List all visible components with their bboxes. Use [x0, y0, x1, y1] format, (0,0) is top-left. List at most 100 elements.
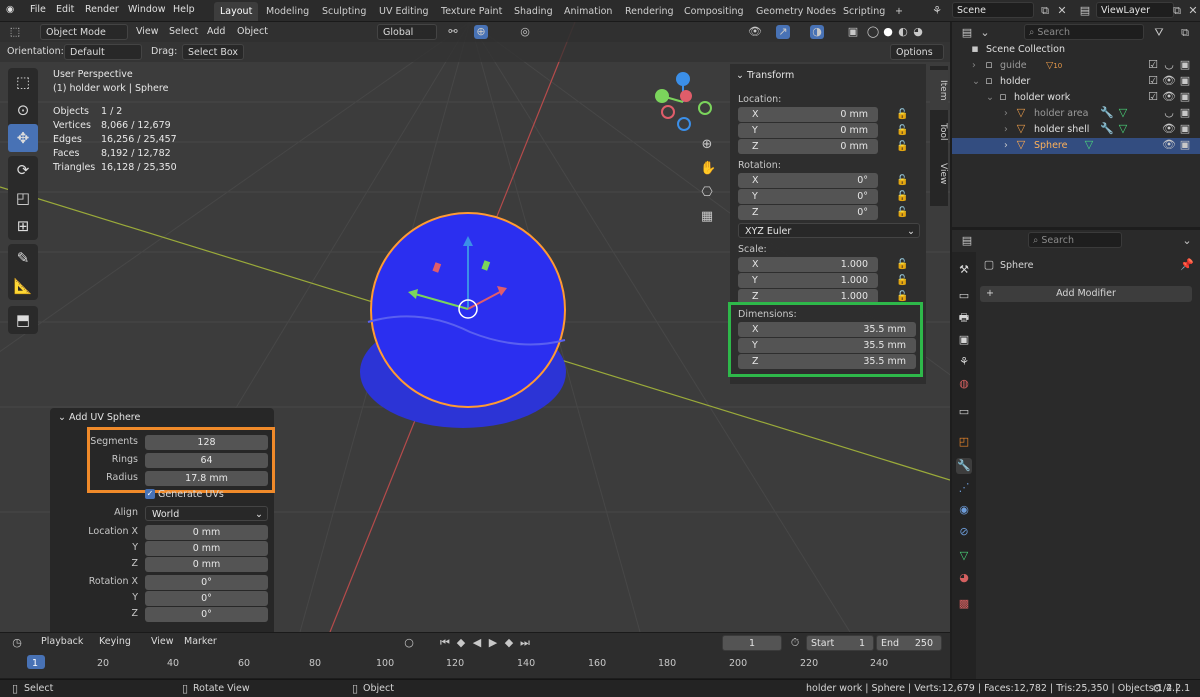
timeline-menu-view[interactable]: View [148, 634, 177, 650]
lock-icon[interactable]: 🔓 [896, 125, 908, 136]
start-frame-field[interactable]: Start 1 [806, 635, 874, 651]
timeline-menu-playback[interactable]: Playback [38, 634, 86, 650]
rendered-shading-icon[interactable]: ◕ [911, 25, 925, 39]
transform-orientation-dropdown[interactable]: Global [377, 24, 437, 40]
gizmo-toggle-icon[interactable]: ↗ [776, 25, 790, 39]
properties-search-input[interactable]: ⌕ Search [1028, 232, 1122, 248]
material-tab-icon[interactable]: ◕ [956, 570, 972, 586]
camera-icon[interactable]: ▣ [1178, 122, 1192, 136]
lock-icon[interactable]: 🔓 [896, 191, 908, 202]
lock-icon[interactable]: 🔓 [896, 207, 908, 218]
radius-field[interactable]: 17.8 mm [145, 471, 268, 486]
workspace-tab-layout[interactable]: Layout [214, 2, 259, 21]
workspace-tab-shading[interactable]: Shading [508, 2, 559, 21]
jump-start-icon[interactable]: ⏮ [438, 636, 452, 650]
viewlayer-icon[interactable]: ▤ [1078, 4, 1092, 18]
new-scene-icon[interactable]: ⧉ [1038, 4, 1052, 18]
rotation-y-field[interactable]: Y 0° [738, 189, 878, 204]
camera-icon[interactable]: ▣ [1178, 74, 1192, 88]
viewport-menu-view[interactable]: View [133, 24, 162, 40]
delete-scene-icon[interactable]: ✕ [1055, 4, 1069, 18]
delete-viewlayer-icon[interactable]: ✕ [1186, 4, 1200, 18]
object-tab-icon[interactable]: ◰ [956, 434, 972, 450]
redo-location-x-field[interactable]: 0 mm [145, 525, 268, 540]
physics-tab-icon[interactable]: ◉ [956, 502, 972, 518]
jump-end-icon[interactable]: ⏭ [518, 636, 532, 650]
segments-field[interactable]: 128 [145, 435, 268, 450]
play-icon[interactable]: ▶ [486, 636, 500, 650]
outliner-row-holder-work[interactable]: ⌄ ▫ holder work ☑ 👁 ▣ [952, 90, 1200, 106]
rings-field[interactable]: 64 [145, 453, 268, 468]
new-collection-icon[interactable]: ⧉ [1178, 26, 1192, 40]
play-reverse-icon[interactable]: ◀ [470, 636, 484, 650]
menu-edit[interactable]: Edit [56, 4, 74, 15]
outliner-row-scene-collection[interactable]: ▪ Scene Collection [952, 42, 1200, 58]
outliner-row-holder-shell[interactable]: › ▽ holder shell 🔧 ▽ 👁 ▣ [952, 122, 1200, 138]
align-dropdown[interactable]: World ⌄ [145, 506, 268, 521]
properties-editor-type-icon[interactable]: ▤ [960, 234, 974, 248]
eye-icon[interactable]: 👁 [1162, 122, 1176, 136]
viewport-menu-add[interactable]: Add [204, 24, 228, 40]
add-cube-tool-icon[interactable]: ⬒ [8, 306, 38, 334]
select-box-tool-icon[interactable]: ⬚ [8, 68, 38, 96]
workspace-tab-compositing[interactable]: Compositing [678, 2, 750, 21]
viewport-menu-select[interactable]: Select [166, 24, 201, 40]
texture-tab-icon[interactable]: ▩ [956, 596, 972, 612]
view-layer-tab-icon[interactable]: ▣ [956, 332, 972, 348]
workspace-tab-scripting[interactable]: Scripting [837, 2, 891, 21]
world-tab-icon[interactable]: ◍ [956, 376, 972, 392]
eye-hidden-icon[interactable]: ◡ [1162, 58, 1176, 72]
redo-location-y-field[interactable]: 0 mm [145, 541, 268, 556]
location-z-field[interactable]: Z0 mm [738, 139, 878, 154]
3d-viewport[interactable]: ⬚ Object Mode View Select Add Object Glo… [0, 22, 950, 632]
lock-icon[interactable]: 🔓 [896, 109, 908, 120]
auto-keying-icon[interactable]: ○ [402, 636, 416, 650]
overlay-toggle-icon[interactable]: ◑ [810, 25, 824, 39]
annotate-tool-icon[interactable]: ✎ [8, 244, 38, 272]
workspace-tab-texture-paint[interactable]: Texture Paint [435, 2, 508, 21]
outliner-row-sphere[interactable]: › ▽ Sphere ▽ 👁 ▣ [952, 138, 1200, 154]
redo-panel-title[interactable]: ⌄ Add UV Sphere [58, 412, 140, 423]
sidebar-tab-item[interactable]: Item [930, 70, 948, 110]
pan-hand-icon[interactable]: ✋ [700, 162, 716, 176]
lock-icon[interactable]: 🔓 [896, 275, 908, 286]
end-frame-field[interactable]: End 250 [876, 635, 942, 651]
modifier-tab-icon[interactable]: 🔧 [956, 458, 972, 474]
scene-tab-icon[interactable]: ⚘ [956, 354, 972, 370]
zoom-icon[interactable]: ⊕ [700, 138, 714, 152]
collection-tab-icon[interactable]: ▭ [956, 404, 972, 420]
output-tab-icon[interactable]: 🖶 [956, 310, 972, 326]
pin-icon[interactable]: 📌 [1180, 258, 1194, 272]
redo-location-z-field[interactable]: 0 mm [145, 557, 268, 572]
xray-icon[interactable]: ▣ [846, 25, 860, 39]
generate-uvs-checkbox[interactable]: ✓ [145, 489, 155, 499]
transform-tool-icon[interactable]: ⊞ [8, 212, 38, 240]
timeline-editor-type-icon[interactable]: ◷ [10, 636, 24, 650]
timeline-menu-keying[interactable]: Keying [96, 634, 134, 650]
transform-panel-title[interactable]: ⌄ Transform [736, 70, 794, 81]
camera-view-icon[interactable]: ⎔ [700, 186, 714, 200]
workspace-tab-sculpting[interactable]: Sculpting [316, 2, 372, 21]
lock-icon[interactable]: 🔓 [896, 291, 908, 302]
menu-render[interactable]: Render [85, 4, 119, 15]
redo-rotation-x-field[interactable]: 0° [145, 575, 268, 590]
dimensions-y-field[interactable]: Y 35.5 mm [738, 338, 916, 353]
wireframe-shading-icon[interactable]: ◯ [866, 25, 880, 39]
constraints-tab-icon[interactable]: ⊘ [956, 524, 972, 540]
data-tab-icon[interactable]: ▽ [956, 548, 972, 564]
lock-icon[interactable]: 🔓 [896, 259, 908, 270]
perspective-toggle-icon[interactable]: ▦ [700, 210, 714, 224]
eye-icon[interactable]: 👁 [1162, 138, 1176, 152]
rotation-x-field[interactable]: X 0° [738, 173, 878, 188]
dimensions-x-field[interactable]: X 35.5 mm [738, 322, 916, 337]
panel-options-icon[interactable]: ⌄ [1180, 234, 1194, 248]
stopwatch-icon[interactable]: ⏱ [788, 636, 802, 650]
move-tool-icon[interactable]: ✥ [8, 124, 38, 152]
viewport-menu-object[interactable]: Object [234, 24, 271, 40]
display-mode-icon[interactable]: ⌄ [978, 26, 992, 40]
camera-icon[interactable]: ▣ [1178, 138, 1192, 152]
lock-icon[interactable]: 🔓 [896, 141, 908, 152]
rotation-mode-dropdown[interactable]: XYZ Euler ⌄ [738, 223, 920, 238]
workspace-tab-animation[interactable]: Animation [558, 2, 618, 21]
add-workspace-button[interactable]: + [889, 2, 909, 21]
